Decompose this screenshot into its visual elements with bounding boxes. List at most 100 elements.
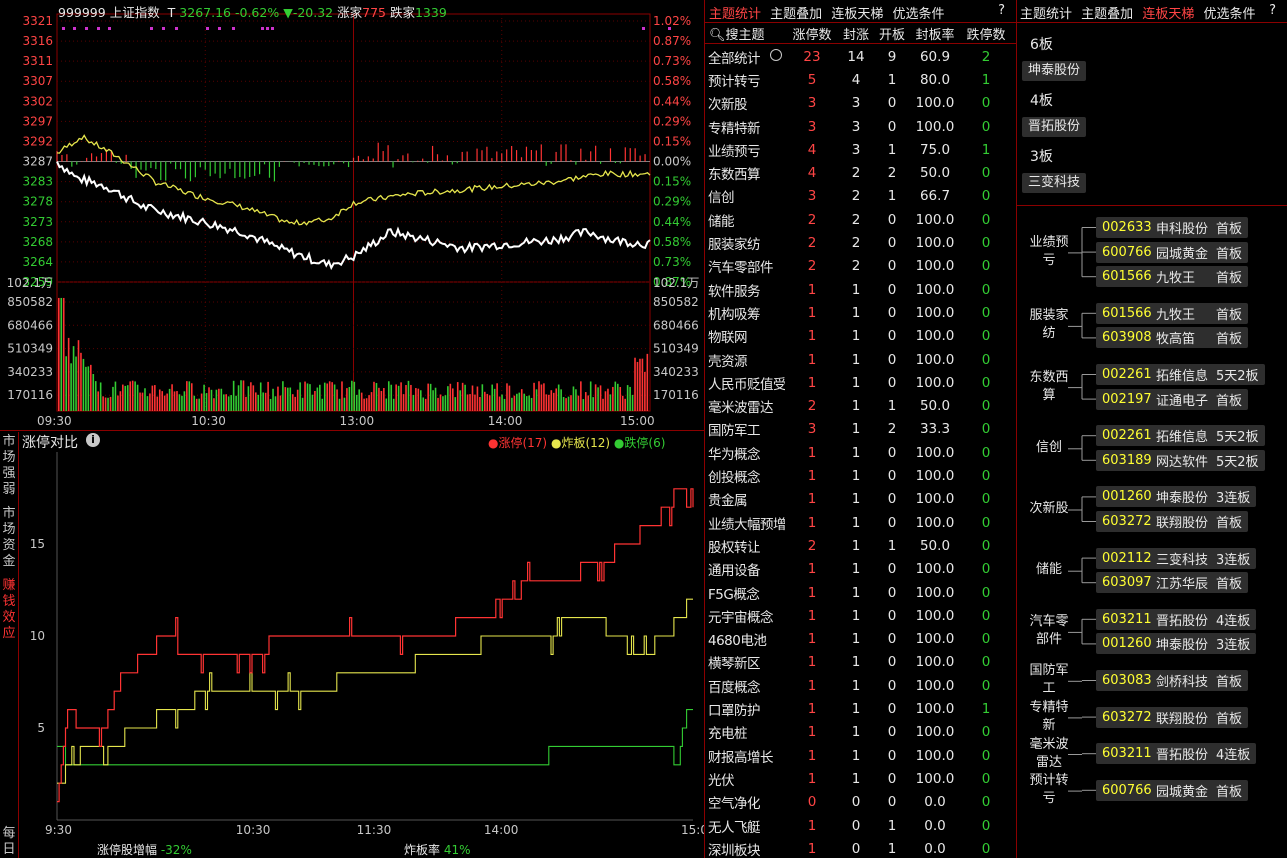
theme-row[interactable]: 无人飞艇 1 0 1 0.0 0 [705, 814, 1015, 837]
tab-filter[interactable]: 优选条件 [892, 7, 944, 22]
theme-row[interactable]: F5G概念 1 1 0 100.0 0 [705, 581, 1015, 604]
theme-row[interactable]: 软件服务 1 1 0 100.0 0 [705, 278, 1015, 301]
theme-row[interactable]: 4680电池 1 1 0 100.0 0 [705, 628, 1015, 651]
theme-row[interactable]: 充电桩 1 1 0 100.0 0 [705, 721, 1015, 744]
volume-bar [427, 383, 429, 411]
theme-row[interactable]: 横琴新区 1 1 0 100.0 0 [705, 651, 1015, 674]
tab-ladder-2[interactable]: 连板天梯 [1142, 7, 1194, 22]
limit-stock-pill[interactable]: 001260 坤泰股份 3连板 [1096, 633, 1257, 655]
limit-stock-pill[interactable]: 603908 牧高笛 首板 [1096, 327, 1249, 349]
side-tab-0[interactable]: 市场强弱 [0, 434, 18, 498]
tab-ladder[interactable]: 连板天梯 [831, 7, 883, 22]
col-limit-down[interactable]: 跌停数 [959, 24, 1013, 43]
theme-row[interactable]: 东数西算 4 2 2 50.0 0 [705, 162, 1015, 185]
theme-row[interactable]: 股权转让 2 1 1 50.0 0 [705, 534, 1015, 557]
limit-stock-pill[interactable]: 002197 证通电子 首板 [1096, 388, 1249, 410]
col-limit-up[interactable]: 涨停数 [785, 24, 839, 43]
theme-row[interactable]: 创投概念 1 1 0 100.0 0 [705, 464, 1015, 487]
tab-theme-stats-2[interactable]: 主题统计 [1020, 7, 1072, 22]
theme-row[interactable]: 物联网 1 1 0 100.0 0 [705, 325, 1015, 348]
volume-bar [479, 397, 481, 411]
theme-row[interactable]: 国防军工 3 1 2 33.3 0 [705, 418, 1015, 441]
refresh-icon[interactable] [770, 49, 782, 61]
limit-stock-pill[interactable]: 603272 联翔股份 首板 [1096, 511, 1249, 532]
theme-row[interactable]: 深圳板块 1 0 1 0.0 0 [705, 837, 1015, 858]
theme-row[interactable]: 专精特新 3 3 0 100.0 0 [705, 115, 1015, 138]
theme-row[interactable]: 壳资源 1 1 0 100.0 0 [705, 348, 1015, 371]
theme-row[interactable]: 人民币贬值受益 1 1 0 100.0 0 [705, 371, 1015, 394]
theme-row[interactable]: 储能 2 2 0 100.0 0 [705, 208, 1015, 231]
theme-row[interactable]: 次新股 3 3 0 100.0 0 [705, 92, 1015, 115]
intraday-chart[interactable]: 3321 1.02% 3316 0.87% 3311 0.73% 3307 0.58% 3302… [0, 0, 705, 430]
limit-stock-pill[interactable]: 601566 九牧王 首板 [1096, 302, 1249, 324]
sealed-count: 3 [851, 95, 861, 112]
search-theme[interactable]: 🔍︎搜主题 [705, 24, 785, 43]
limit-down-count: 0 [981, 584, 991, 601]
seal-rate: 100.0 [915, 444, 955, 461]
sealed-count: 1 [851, 631, 861, 648]
limit-stock-pill[interactable]: 002633 申科股份 首板 [1096, 217, 1249, 238]
tab-filter-2[interactable]: 优选条件 [1203, 7, 1255, 22]
theme-row[interactable]: 贵金属 1 1 0 100.0 0 [705, 488, 1015, 511]
limit-stock-pill[interactable]: 603083 剑桥科技 首板 [1096, 670, 1249, 691]
side-tab-3[interactable]: 每日 [0, 826, 18, 858]
limit-stock-pill[interactable]: 001260 坤泰股份 3连板 [1096, 486, 1257, 508]
col-seal-rate[interactable]: 封板率 [911, 24, 959, 43]
side-tab-2[interactable]: 赚钱效应 [0, 578, 18, 642]
col-opened[interactable]: 开板 [873, 24, 911, 43]
theme-row[interactable]: 服装家纺 2 2 0 100.0 0 [705, 231, 1015, 254]
side-tab-1[interactable]: 市场资金 [0, 506, 18, 570]
seal-rate: 100.0 [915, 95, 955, 112]
limit-stock-pill[interactable]: 002112 三变科技 3连板 [1096, 547, 1257, 569]
limit-stock-pill[interactable]: 002261 拓维信息 5天2板 [1096, 364, 1265, 385]
ladder-stock[interactable]: 坤泰股份 [1022, 61, 1087, 81]
opened-count: 0 [887, 95, 897, 112]
theme-row[interactable]: 全部统计 23 14 9 60.9 2 [705, 45, 1015, 68]
theme-row[interactable]: 业绩大幅预增 1 1 0 100.0 0 [705, 511, 1015, 534]
volume-bar [257, 394, 260, 411]
theme-row[interactable]: 元宇宙概念 1 1 0 100.0 0 [705, 604, 1015, 627]
theme-row[interactable]: 口罩防护 1 1 0 100.0 1 [705, 697, 1015, 720]
limit-stock-pill[interactable]: 002261 拓维信息 5天2板 [1096, 425, 1265, 447]
ladder-stock[interactable]: 晋拓股份 [1022, 117, 1087, 137]
limit-stock-pill[interactable]: 603211 晋拓股份 4连板 [1096, 743, 1257, 765]
sector-label: 预计转亏 [1029, 773, 1069, 807]
theme-row[interactable]: 财报高增长 1 1 0 100.0 0 [705, 744, 1015, 767]
theme-row[interactable]: 信创 3 2 1 66.7 0 [705, 185, 1015, 208]
info-icon[interactable]: i [86, 433, 100, 447]
ladder-stock[interactable]: 三变科技 [1022, 173, 1087, 193]
theme-row[interactable]: 通用设备 1 1 0 100.0 0 [705, 558, 1015, 581]
limit-up-count: 23 [803, 48, 821, 65]
vol-top-label: 102.1万 [7, 276, 53, 290]
volume-bar [326, 383, 329, 411]
theme-row[interactable]: 空气净化 0 0 0 0.0 0 [705, 791, 1015, 814]
theme-row[interactable]: 业绩预亏 4 3 1 75.0 1 [705, 138, 1015, 161]
theme-row[interactable]: 光伏 1 1 0 100.0 0 [705, 767, 1015, 790]
limit-stock-pill[interactable]: 603189 网达软件 5天2板 [1096, 449, 1265, 471]
volume-bar [511, 397, 513, 411]
volume-bar [575, 389, 577, 411]
theme-row[interactable]: 预计转亏 5 4 1 80.0 1 [705, 68, 1015, 91]
limit-stock-pill[interactable]: 600766 园城黄金 首板 [1096, 779, 1249, 801]
theme-row[interactable]: 毫米波雷达 2 1 1 50.0 0 [705, 395, 1015, 418]
volume-bar [255, 392, 257, 411]
tab-theme-overlay[interactable]: 主题叠加 [770, 7, 822, 22]
tab-theme-stats[interactable]: 主题统计 [709, 7, 761, 22]
theme-row[interactable]: 华为概念 1 1 0 100.0 0 [705, 441, 1015, 464]
limit-stock-pill[interactable]: 603097 江苏华辰 首板 [1096, 572, 1249, 594]
theme-row[interactable]: 机构吸筹 1 1 0 100.0 0 [705, 301, 1015, 324]
col-sealed[interactable]: 封涨 [839, 24, 873, 43]
theme-row[interactable]: 百度概念 1 1 0 100.0 0 [705, 674, 1015, 697]
limit-stock-pill[interactable]: 603211 晋拓股份 4连板 [1096, 608, 1257, 630]
volume-bar [181, 395, 183, 411]
tab-theme-overlay-2[interactable]: 主题叠加 [1081, 7, 1133, 22]
limit-stock-pill[interactable]: 600766 园城黄金 首板 [1096, 241, 1249, 263]
limit-stock-pill[interactable]: 603272 联翔股份 首板 [1096, 706, 1249, 728]
theme-row[interactable]: 汽车零部件 2 2 0 100.0 0 [705, 255, 1015, 278]
theme-name: 股权转让 [708, 539, 761, 556]
limit-down-count: 0 [981, 304, 991, 321]
help-icon[interactable]: ? [998, 3, 1005, 18]
limit-up-count: 2 [807, 235, 817, 252]
help-icon-2[interactable]: ? [1269, 3, 1276, 18]
limit-stock-pill[interactable]: 601566 九牧王 首板 [1096, 266, 1249, 288]
